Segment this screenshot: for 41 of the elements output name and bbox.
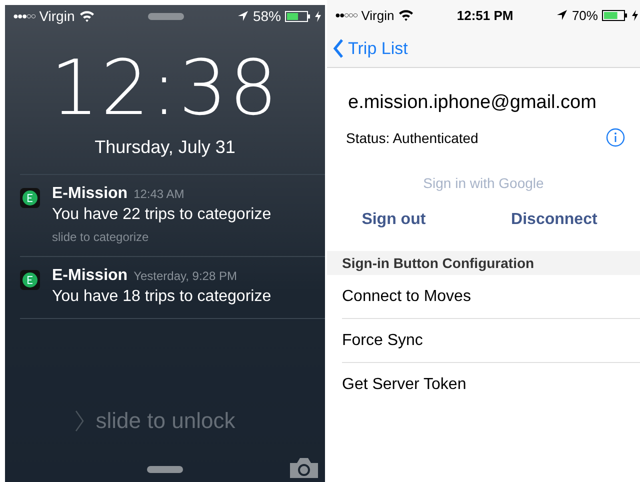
- grabber-handle[interactable]: [148, 12, 184, 20]
- battery-percent: 70%: [572, 8, 598, 22]
- app-name: E-Mission: [52, 267, 128, 285]
- charging-icon: [632, 10, 638, 20]
- table-row[interactable]: Force Sync: [342, 319, 640, 363]
- notification-message[interactable]: You have 22 trips to categorize: [52, 206, 272, 224]
- lock-time: 12:38: [49, 43, 281, 133]
- chevron-icon: [74, 410, 84, 432]
- wifi-icon: [398, 9, 414, 21]
- back-chevron-icon: [333, 39, 344, 58]
- action-button[interactable]: Disconnect: [503, 207, 606, 233]
- location-arrow-icon: [556, 9, 568, 21]
- table-row[interactable]: Get Server Token: [342, 363, 640, 406]
- signal-strength: ●●●○○: [13, 11, 36, 21]
- back-button[interactable]: Trip List: [333, 38, 408, 58]
- table-row[interactable]: Connect to Moves: [342, 275, 640, 319]
- location-arrow-icon: [236, 10, 249, 22]
- account-email: e.mission.iphone@gmail.com: [347, 91, 598, 114]
- info-icon[interactable]: [606, 128, 625, 147]
- notification-message[interactable]: You have 18 trips to categorize: [52, 288, 272, 306]
- wifi-icon: [78, 10, 95, 22]
- app-icon: [20, 188, 40, 208]
- action-button[interactable]: Sign out: [354, 207, 434, 233]
- camera-icon[interactable]: [290, 458, 318, 478]
- battery-percent: 58%: [252, 8, 281, 24]
- carrier-name: Virgin: [39, 8, 75, 24]
- auth-status: Status: Authenticated: [346, 130, 478, 146]
- app-icon: [20, 270, 40, 290]
- status-time: 12:51 PM: [456, 8, 514, 22]
- app-name: E-Mission: [52, 185, 128, 203]
- battery-icon: [284, 10, 311, 22]
- notification-time: 12:43 AM: [134, 187, 184, 201]
- signal-strength: ●●○○○: [335, 10, 358, 20]
- notification-time: Yesterday, 9:28 PM: [134, 269, 237, 283]
- carrier-name: Virgin: [361, 8, 394, 22]
- section-header: Sign-in Button Configuration: [327, 251, 640, 275]
- lock-date: Thursday, July 31: [94, 137, 236, 158]
- charging-icon: [314, 10, 321, 22]
- battery-icon: [602, 10, 628, 20]
- grabber-handle[interactable]: [147, 466, 183, 472]
- slide-hint: slide to categorize: [52, 230, 150, 244]
